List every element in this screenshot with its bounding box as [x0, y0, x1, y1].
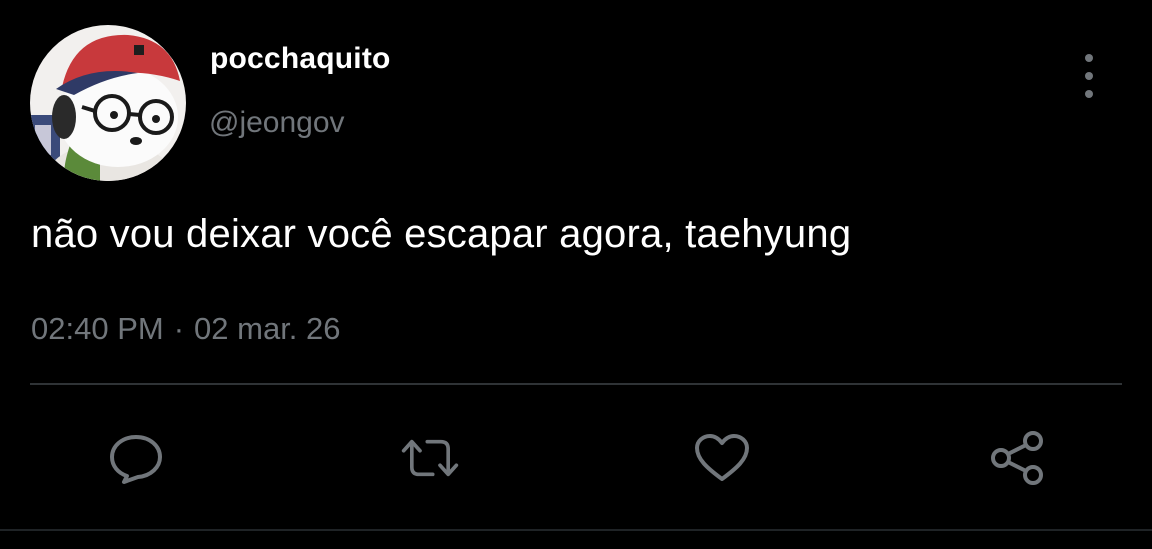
divider — [30, 383, 1122, 385]
retweet-button[interactable] — [400, 428, 460, 488]
share-button[interactable] — [988, 428, 1048, 488]
retweet-icon — [401, 439, 459, 477]
tweet-timestamp[interactable]: 02:40 PM · 02 mar. 26 — [31, 311, 341, 347]
more-dot — [1085, 90, 1093, 98]
avatar[interactable] — [30, 25, 186, 181]
more-vertical-icon[interactable] — [1074, 54, 1104, 98]
meta-separator: · — [173, 311, 185, 346]
tweet-date: 02 mar. 26 — [194, 311, 341, 346]
bottom-divider — [0, 529, 1152, 531]
user-handle[interactable]: @jeongov — [209, 106, 345, 140]
tweet-detail: pocchaquito @jeongov não vou deixar você… — [0, 0, 1152, 549]
more-dot — [1085, 72, 1093, 80]
like-button[interactable] — [692, 428, 752, 488]
more-dot — [1085, 54, 1093, 62]
tweet-time: 02:40 PM — [31, 311, 164, 346]
share-icon — [991, 431, 1043, 485]
display-name[interactable]: pocchaquito — [210, 42, 391, 76]
reply-button[interactable] — [106, 428, 166, 488]
tweet-text: não vou deixar você escapar agora, taehy… — [31, 212, 852, 256]
reply-icon — [110, 435, 162, 484]
heart-icon — [695, 434, 749, 481]
